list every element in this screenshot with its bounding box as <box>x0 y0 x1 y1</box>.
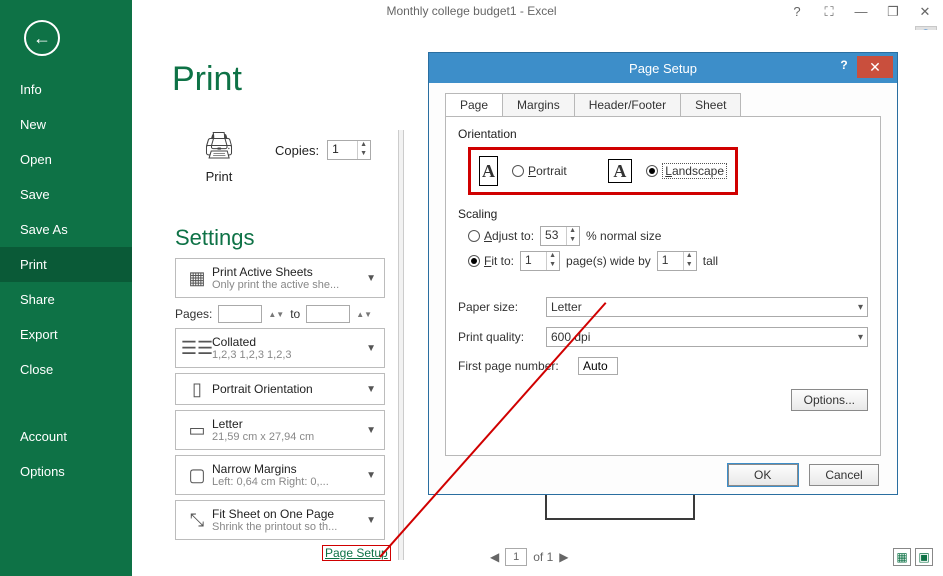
sidebar-item-share[interactable]: Share <box>0 282 132 317</box>
chevron-down-icon: ▼ <box>364 425 378 436</box>
sheets-icon: ▦ <box>182 263 212 293</box>
page-setup-dialog: Page Setup ? ✕ Page Margins Header/Foote… <box>428 52 898 495</box>
options-button[interactable]: Options... <box>791 389 868 411</box>
ok-button[interactable]: OK <box>728 464 798 486</box>
help-button[interactable]: ? <box>783 2 811 22</box>
fit-wide-input[interactable]: 1▲▼ <box>520 251 560 271</box>
window-controls: ? ⛶ — ❐ ✕ <box>783 2 939 22</box>
printer-icon: 🖨 <box>175 130 263 161</box>
prev-page-button[interactable]: ◀ <box>490 550 499 564</box>
fullscreen-button[interactable]: ⛶ <box>815 2 843 22</box>
print-button-label: Print <box>175 169 263 184</box>
copies-label: Copies: <box>275 143 319 158</box>
fit-tall-input[interactable]: 1▲▼ <box>657 251 697 271</box>
tab-panel-page: Orientation A Portrait A Landscape Scali… <box>445 116 881 456</box>
landscape-radio[interactable]: Landscape <box>646 163 727 179</box>
chevron-down-icon: ▼ <box>364 515 378 526</box>
copies-row: Copies: 1▲▼ <box>275 140 371 160</box>
divider <box>398 130 404 560</box>
fit-icon: ⤡ <box>182 505 212 535</box>
fit-to-radio[interactable]: Fit to: <box>468 254 514 268</box>
back-button[interactable]: ← <box>24 20 60 56</box>
sidebar-item-print[interactable]: Print <box>0 247 132 282</box>
scaling-label: Scaling <box>458 207 868 221</box>
zoom-to-page-button[interactable]: ▦ <box>893 548 911 566</box>
print-button[interactable]: 🖨 Print <box>175 130 263 184</box>
first-page-input[interactable] <box>578 357 618 375</box>
sidebar-item-save[interactable]: Save <box>0 177 132 212</box>
chevron-down-icon: ▼ <box>364 273 378 284</box>
setting-collated[interactable]: ☰☰ Collated1,2,3 1,2,3 1,2,3 ▼ <box>175 328 385 368</box>
chevron-down-icon: ▼ <box>364 343 378 354</box>
titlebar: Monthly college budget1 - Excel ? ⛶ — ❐ … <box>0 0 943 26</box>
sidebar-item-close[interactable]: Close <box>0 352 132 387</box>
page-of-label: of 1 <box>533 550 553 564</box>
margins-icon: ▢ <box>182 460 212 490</box>
sidebar-item-saveas[interactable]: Save As <box>0 212 132 247</box>
preview-navigation: ◀ 1 of 1 ▶ <box>490 548 568 566</box>
setting-paper-size[interactable]: ▭ Letter21,59 cm x 27,94 cm ▼ <box>175 410 385 450</box>
fit-wide-suffix: page(s) wide by <box>566 254 651 268</box>
sidebar-item-options[interactable]: Options <box>0 454 132 489</box>
pages-label: Pages: <box>175 307 212 321</box>
setting-orientation[interactable]: ▯ Portrait Orientation ▼ <box>175 373 385 405</box>
chevron-down-icon: ▼ <box>364 384 378 395</box>
page-number-input[interactable]: 1 <box>505 548 527 566</box>
pages-to-label: to <box>290 307 300 321</box>
setting-margins[interactable]: ▢ Narrow MarginsLeft: 0,64 cm Right: 0,.… <box>175 455 385 495</box>
cancel-button[interactable]: Cancel <box>809 464 879 486</box>
dialog-help-button[interactable]: ? <box>833 58 855 78</box>
fit-tall-suffix: tall <box>703 254 718 268</box>
adjust-to-radio[interactable]: Adjust to: <box>468 229 534 243</box>
orientation-group: A Portrait A Landscape <box>468 147 738 195</box>
print-quality-select[interactable]: 600 dpi▾ <box>546 327 868 347</box>
dialog-titlebar[interactable]: Page Setup ? ✕ <box>429 53 897 83</box>
setting-print-what[interactable]: ▦ Print Active SheetsOnly print the acti… <box>175 258 385 298</box>
window-title: Monthly college budget1 - Excel <box>386 4 556 18</box>
orientation-label: Orientation <box>458 127 868 141</box>
sidebar-item-account[interactable]: Account <box>0 419 132 454</box>
zoom-controls: ▦ ▣ <box>893 548 933 566</box>
sidebar-item-new[interactable]: New <box>0 107 132 142</box>
portrait-icon: A <box>479 156 498 186</box>
dialog-tabs: Page Margins Header/Footer Sheet <box>445 93 889 116</box>
sidebar-item-export[interactable]: Export <box>0 317 132 352</box>
tab-header-footer[interactable]: Header/Footer <box>574 93 681 116</box>
page-icon: ▭ <box>182 415 212 445</box>
landscape-icon: A <box>608 159 633 183</box>
paper-size-label: Paper size: <box>458 300 536 314</box>
collate-icon: ☰☰ <box>182 333 212 363</box>
sidebar-item-open[interactable]: Open <box>0 142 132 177</box>
pages-to-input[interactable] <box>306 305 350 323</box>
minimize-button[interactable]: — <box>847 2 875 22</box>
page-portrait-icon: ▯ <box>182 374 212 404</box>
sidebar-item-info[interactable]: Info <box>0 72 132 107</box>
portrait-radio[interactable]: Portrait <box>512 164 567 178</box>
restore-button[interactable]: ❐ <box>879 2 907 22</box>
adjust-suffix: % normal size <box>586 229 661 243</box>
copies-input[interactable]: 1▲▼ <box>327 140 371 160</box>
tab-sheet[interactable]: Sheet <box>680 93 741 116</box>
chevron-down-icon: ▼ <box>364 470 378 481</box>
tab-page[interactable]: Page <box>445 93 503 116</box>
pages-from-input[interactable] <box>218 305 262 323</box>
dialog-title: Page Setup <box>629 61 697 76</box>
settings-heading: Settings <box>175 225 255 251</box>
pages-range: Pages: ▲▼ to ▲▼ <box>175 305 372 323</box>
tab-margins[interactable]: Margins <box>502 93 575 116</box>
backstage-sidebar: ← Info New Open Save Save As Print Share… <box>0 0 132 576</box>
setting-scaling[interactable]: ⤡ Fit Sheet on One PageShrink the printo… <box>175 500 385 540</box>
dialog-close-button[interactable]: ✕ <box>857 56 893 78</box>
print-quality-label: Print quality: <box>458 330 536 344</box>
adjust-percent-input[interactable]: 53▲▼ <box>540 226 580 246</box>
show-margins-button[interactable]: ▣ <box>915 548 933 566</box>
dialog-buttons: OK Cancel <box>437 464 879 486</box>
next-page-button[interactable]: ▶ <box>559 550 568 564</box>
close-button[interactable]: ✕ <box>911 2 939 22</box>
